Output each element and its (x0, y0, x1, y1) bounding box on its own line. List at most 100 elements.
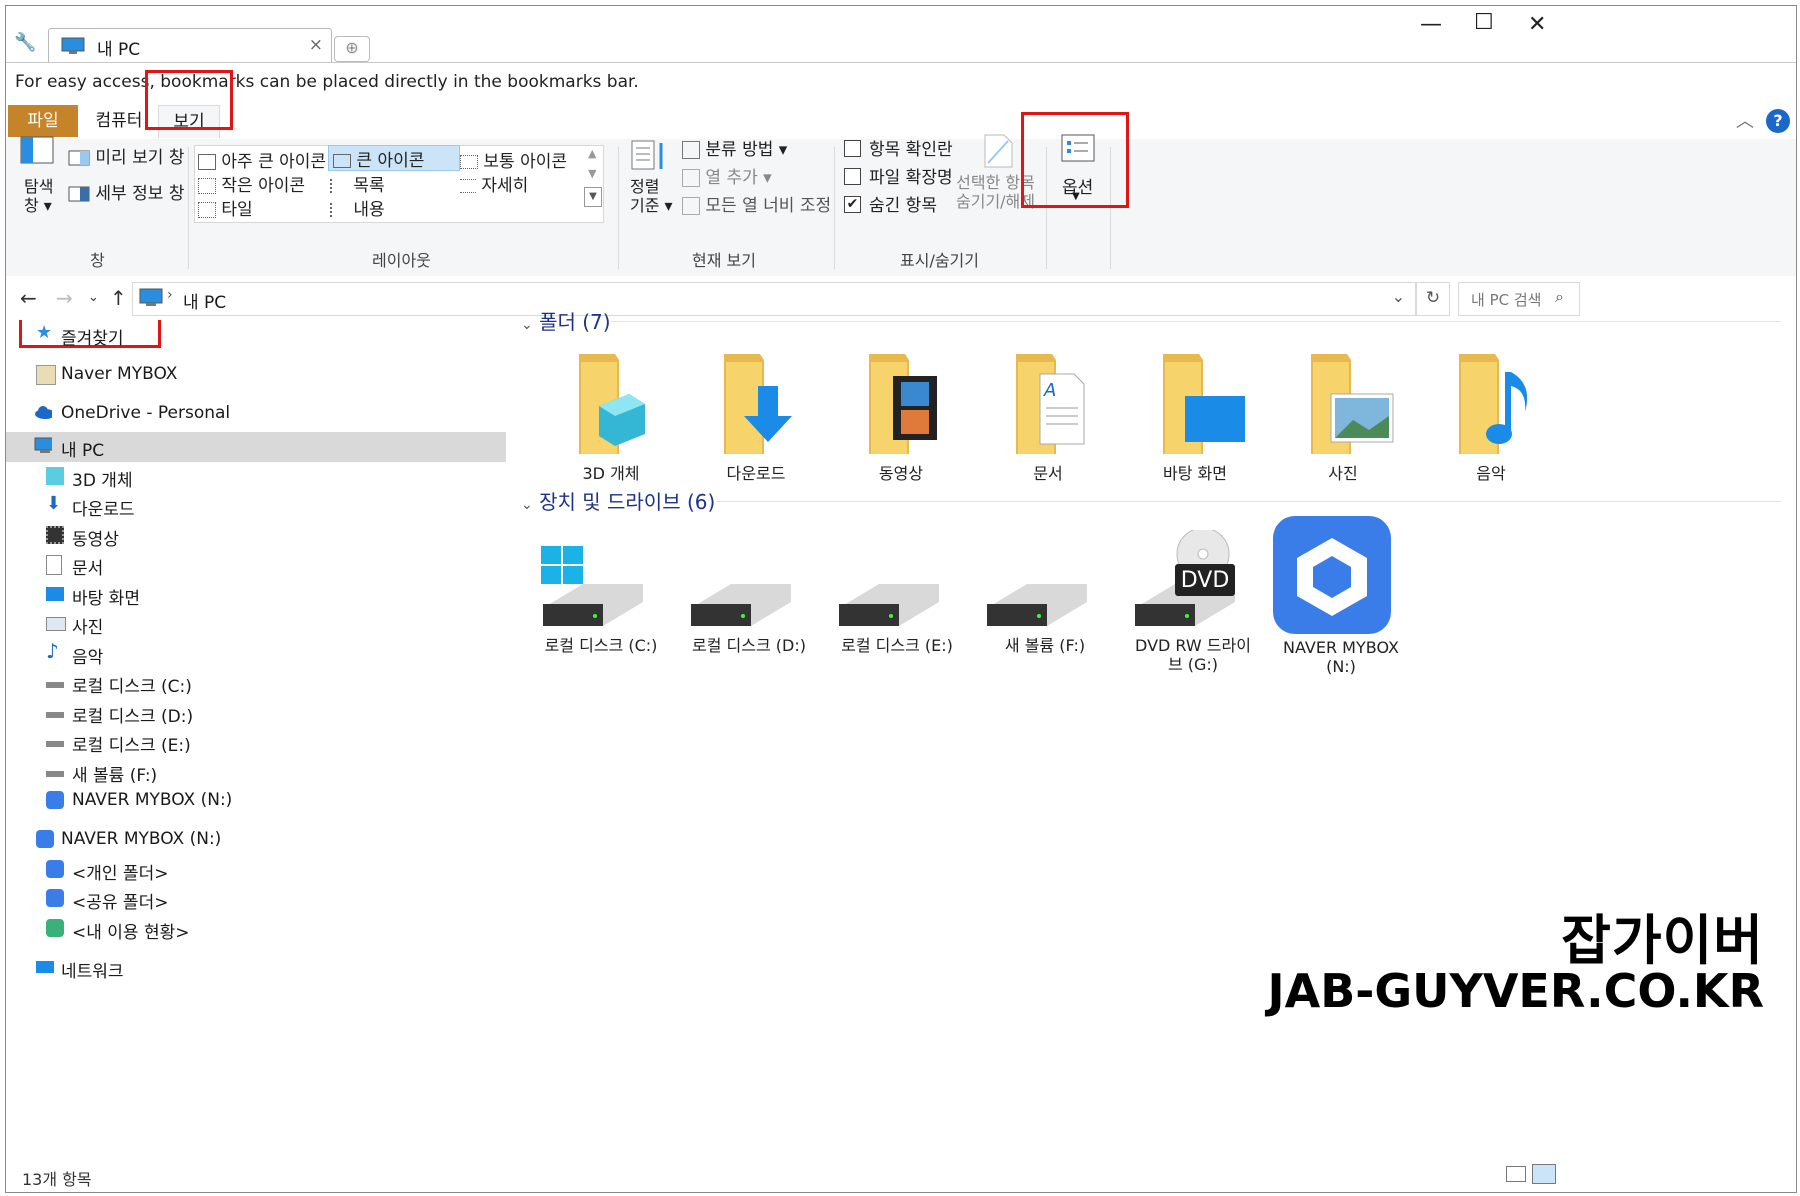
minimize-icon[interactable]: — (1420, 12, 1442, 37)
add-columns-button[interactable]: 열 추가 ▾ (682, 163, 772, 188)
sort-by-button[interactable]: 정렬 기준 ▾ (630, 177, 673, 215)
layout-content[interactable]: 내용 (330, 195, 385, 220)
gallery-scroll-down-icon[interactable]: ▼ (588, 167, 596, 180)
back-arrow-icon[interactable]: ← (20, 286, 37, 310)
tab-title: 내 PC (97, 40, 141, 60)
nav-label: 동영상 (72, 530, 119, 550)
layout-medium[interactable]: 보통 아이콘 (460, 147, 567, 172)
folders-section-header[interactable]: ⌄ 폴더 (7) (521, 306, 611, 335)
close-tab-icon[interactable]: × (309, 35, 323, 55)
nav-label: OneDrive - Personal (61, 403, 231, 423)
folder-document-icon: A (1016, 354, 1085, 454)
nav-videos[interactable]: 동영상 (6, 521, 506, 551)
browser-tab[interactable]: 내 PC × (48, 28, 332, 63)
nav-label: NAVER MYBOX (N:) (72, 790, 233, 810)
svg-text:A: A (1043, 380, 1056, 401)
file-extensions-toggle[interactable]: 파일 확장명 (844, 163, 953, 188)
nav-drive-n[interactable]: NAVER MYBOX (N:) (6, 786, 506, 816)
checkbox-checked[interactable]: ✔ (844, 195, 861, 213)
nav-network[interactable]: 네트워크 (6, 953, 506, 983)
drive-f[interactable]: 새 볼륨 (F:) (975, 530, 1115, 680)
folder-documents[interactable]: A 문서 (978, 350, 1118, 490)
navigation-pane-button[interactable]: 탐색 창 ▾ (24, 177, 53, 215)
details-view-icon[interactable] (1506, 1166, 1526, 1182)
forward-arrow-icon[interactable]: → (56, 286, 73, 310)
nav-naver-mybox[interactable]: Naver MYBOX (6, 360, 506, 390)
help-icon[interactable]: ? (1766, 109, 1790, 133)
folder-desktop[interactable]: 바탕 화면 (1125, 350, 1265, 490)
search-input[interactable]: 내 PC 검색 ⌕ (1458, 282, 1580, 316)
nav-favorites[interactable]: ★ 즐겨찾기 (6, 320, 506, 350)
layout-small[interactable]: 작은 아이콘 (198, 171, 305, 196)
refresh-icon[interactable]: ↻ (1416, 282, 1450, 316)
drive-e[interactable]: 로컬 디스크 (E:) (827, 530, 967, 680)
layout-list[interactable]: 목록 (330, 171, 385, 196)
folder-3d-objects[interactable]: 3D 개체 (541, 350, 681, 490)
nav-downloads[interactable]: ⬇ 다운로드 (6, 491, 506, 521)
nav-drive-f[interactable]: 새 볼륨 (F:) (6, 757, 506, 787)
nav-documents[interactable]: 문서 (6, 550, 506, 580)
sort-by-icon[interactable] (630, 139, 666, 173)
layout-details[interactable]: 자세히 (460, 171, 528, 196)
section-divider (611, 321, 1781, 322)
checkbox-unchecked[interactable] (844, 139, 861, 157)
hide-selected-icon[interactable] (982, 133, 1016, 169)
group-by-button[interactable]: 분류 방법 ▾ (682, 135, 787, 160)
tab-file[interactable]: 파일 (8, 105, 78, 137)
address-dropdown-icon[interactable]: ⌄ (1392, 287, 1405, 306)
collapse-ribbon-icon[interactable]: ︿ (1736, 107, 1754, 133)
hidden-items-toggle[interactable]: ✔ 숨긴 항목 (844, 191, 937, 216)
nav-onedrive[interactable]: OneDrive - Personal (6, 399, 506, 429)
new-tab-button[interactable]: ⊕ (334, 36, 370, 62)
folder-downloads[interactable]: 다운로드 (686, 350, 826, 490)
group-label-current-view: 현재 보기 (692, 251, 756, 270)
folder-music[interactable]: 음악 (1421, 350, 1561, 490)
nav-personal-folder[interactable]: <개인 폴더> (6, 855, 506, 885)
nav-this-pc[interactable]: 내 PC (6, 432, 506, 462)
maximize-icon[interactable]: ☐ (1474, 10, 1494, 35)
tab-computer[interactable]: 컴퓨터 (84, 105, 154, 137)
drive-g-dvd[interactable]: DVD DVD RW 드라이 브 (G:) (1123, 527, 1263, 680)
layout-tiles[interactable]: 타일 (198, 195, 253, 220)
navigation-pane-icon[interactable] (20, 135, 56, 167)
content-icon (330, 203, 348, 217)
nav-drive-e[interactable]: 로컬 디스크 (E:) (6, 727, 506, 757)
drive-n-mybox[interactable]: NAVER MYBOX (N:) (1271, 516, 1411, 680)
nav-shared-folder[interactable]: <공유 폴더> (6, 884, 506, 914)
fit-columns-button[interactable]: 모든 열 너비 조정 (682, 191, 831, 216)
layout-large-selected[interactable]: 큰 아이콘 (328, 145, 460, 171)
recent-locations-icon[interactable]: ⌄ (88, 290, 99, 305)
checkbox-unchecked[interactable] (844, 167, 861, 185)
item-checkboxes-toggle[interactable]: 항목 확인란 (844, 135, 953, 160)
gallery-expand-icon[interactable]: ▼ (584, 187, 602, 207)
address-field[interactable]: › 내 PC ⌄ (132, 282, 1416, 316)
breadcrumb-chevron-icon: › (167, 287, 173, 303)
close-window-icon[interactable]: ✕ (1528, 12, 1546, 37)
gallery-scroll-up-icon[interactable]: ▲ (588, 147, 596, 160)
preview-pane-button[interactable]: 미리 보기 창 (68, 143, 184, 168)
drive-d[interactable]: 로컬 디스크 (D:) (679, 530, 819, 680)
nav-pictures[interactable]: 사진 (6, 609, 506, 639)
layout-label: 내용 (353, 200, 385, 220)
folder-pictures[interactable]: 사진 (1273, 350, 1413, 490)
preview-pane-label: 미리 보기 창 (95, 148, 185, 168)
nav-3d-objects[interactable]: 3D 개체 (6, 462, 506, 492)
bookmarks-bar: For easy access, bookmarks can be placed… (6, 62, 1796, 101)
layout-extra-large[interactable]: 아주 큰 아이콘 (198, 147, 326, 172)
drives-section-header[interactable]: ⌄ 장치 및 드라이브 (6) (521, 486, 715, 515)
nav-naver-mybox-drive[interactable]: NAVER MYBOX (N:) (6, 825, 506, 855)
wrench-icon[interactable]: 🔧 (14, 32, 36, 53)
nav-desktop[interactable]: 바탕 화면 (6, 580, 506, 610)
up-arrow-icon[interactable]: ↑ (110, 286, 127, 310)
drive-c[interactable]: 로컬 디스크 (C:) (531, 530, 671, 680)
nav-music[interactable]: ♪ 음악 (6, 639, 506, 669)
folder-videos[interactable]: 동영상 (831, 350, 971, 490)
details-pane-button[interactable]: 세부 정보 창 (68, 179, 184, 204)
nav-drive-d[interactable]: 로컬 디스크 (D:) (6, 698, 506, 728)
nav-drive-c[interactable]: 로컬 디스크 (C:) (6, 668, 506, 698)
large-icons-view-icon[interactable] (1532, 1164, 1556, 1184)
breadcrumb-this-pc[interactable]: 내 PC (183, 288, 226, 313)
extra-large-icons-icon (198, 154, 216, 170)
nav-label: NAVER MYBOX (N:) (61, 829, 222, 849)
nav-usage-status[interactable]: <내 이용 현황> (6, 914, 506, 944)
